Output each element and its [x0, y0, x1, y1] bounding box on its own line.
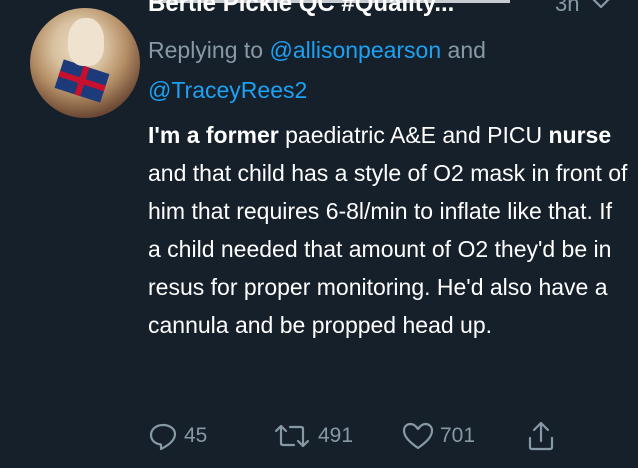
- tweet-text-1: paediatric A&E and PICU: [278, 122, 549, 148]
- replying-to-prefix: Replying to: [148, 37, 270, 63]
- reply-icon: [149, 423, 177, 451]
- tweet-text: I'm a former paediatric A&E and PICU nur…: [148, 116, 628, 344]
- share-button[interactable]: [526, 418, 556, 454]
- chevron-down-icon[interactable]: [590, 0, 612, 12]
- avatar[interactable]: [30, 8, 140, 118]
- tweet-bold-2: nurse: [548, 122, 612, 148]
- share-icon: [528, 421, 554, 451]
- like-button[interactable]: 701: [402, 418, 475, 454]
- retweet-count: 491: [318, 424, 354, 447]
- heart-icon: [402, 422, 434, 450]
- tweet-text-2: and that child has a style of O2 mask in…: [148, 160, 628, 338]
- retweet-icon: [274, 424, 310, 448]
- timestamp[interactable]: 3h: [555, 0, 579, 17]
- replying-to: Replying to @allisonpearson and @TraceyR…: [148, 30, 618, 110]
- reply-count: 45: [184, 424, 208, 447]
- avatar-figure: [68, 18, 104, 66]
- tweet-actions: 45 491 701: [148, 418, 618, 454]
- mention-link-traceyrees2[interactable]: @TraceyRees2: [148, 77, 307, 103]
- like-count: 701: [440, 424, 476, 447]
- tweet-bold-1: I'm a former: [148, 122, 279, 148]
- replying-to-joiner: and: [441, 37, 486, 63]
- reply-button[interactable]: 45: [148, 418, 207, 454]
- display-name[interactable]: Bertie Pickle QC #Quality...: [148, 0, 454, 18]
- mention-link-allisonpearson[interactable]: @allisonpearson: [269, 37, 441, 63]
- retweet-button[interactable]: 491: [272, 418, 353, 454]
